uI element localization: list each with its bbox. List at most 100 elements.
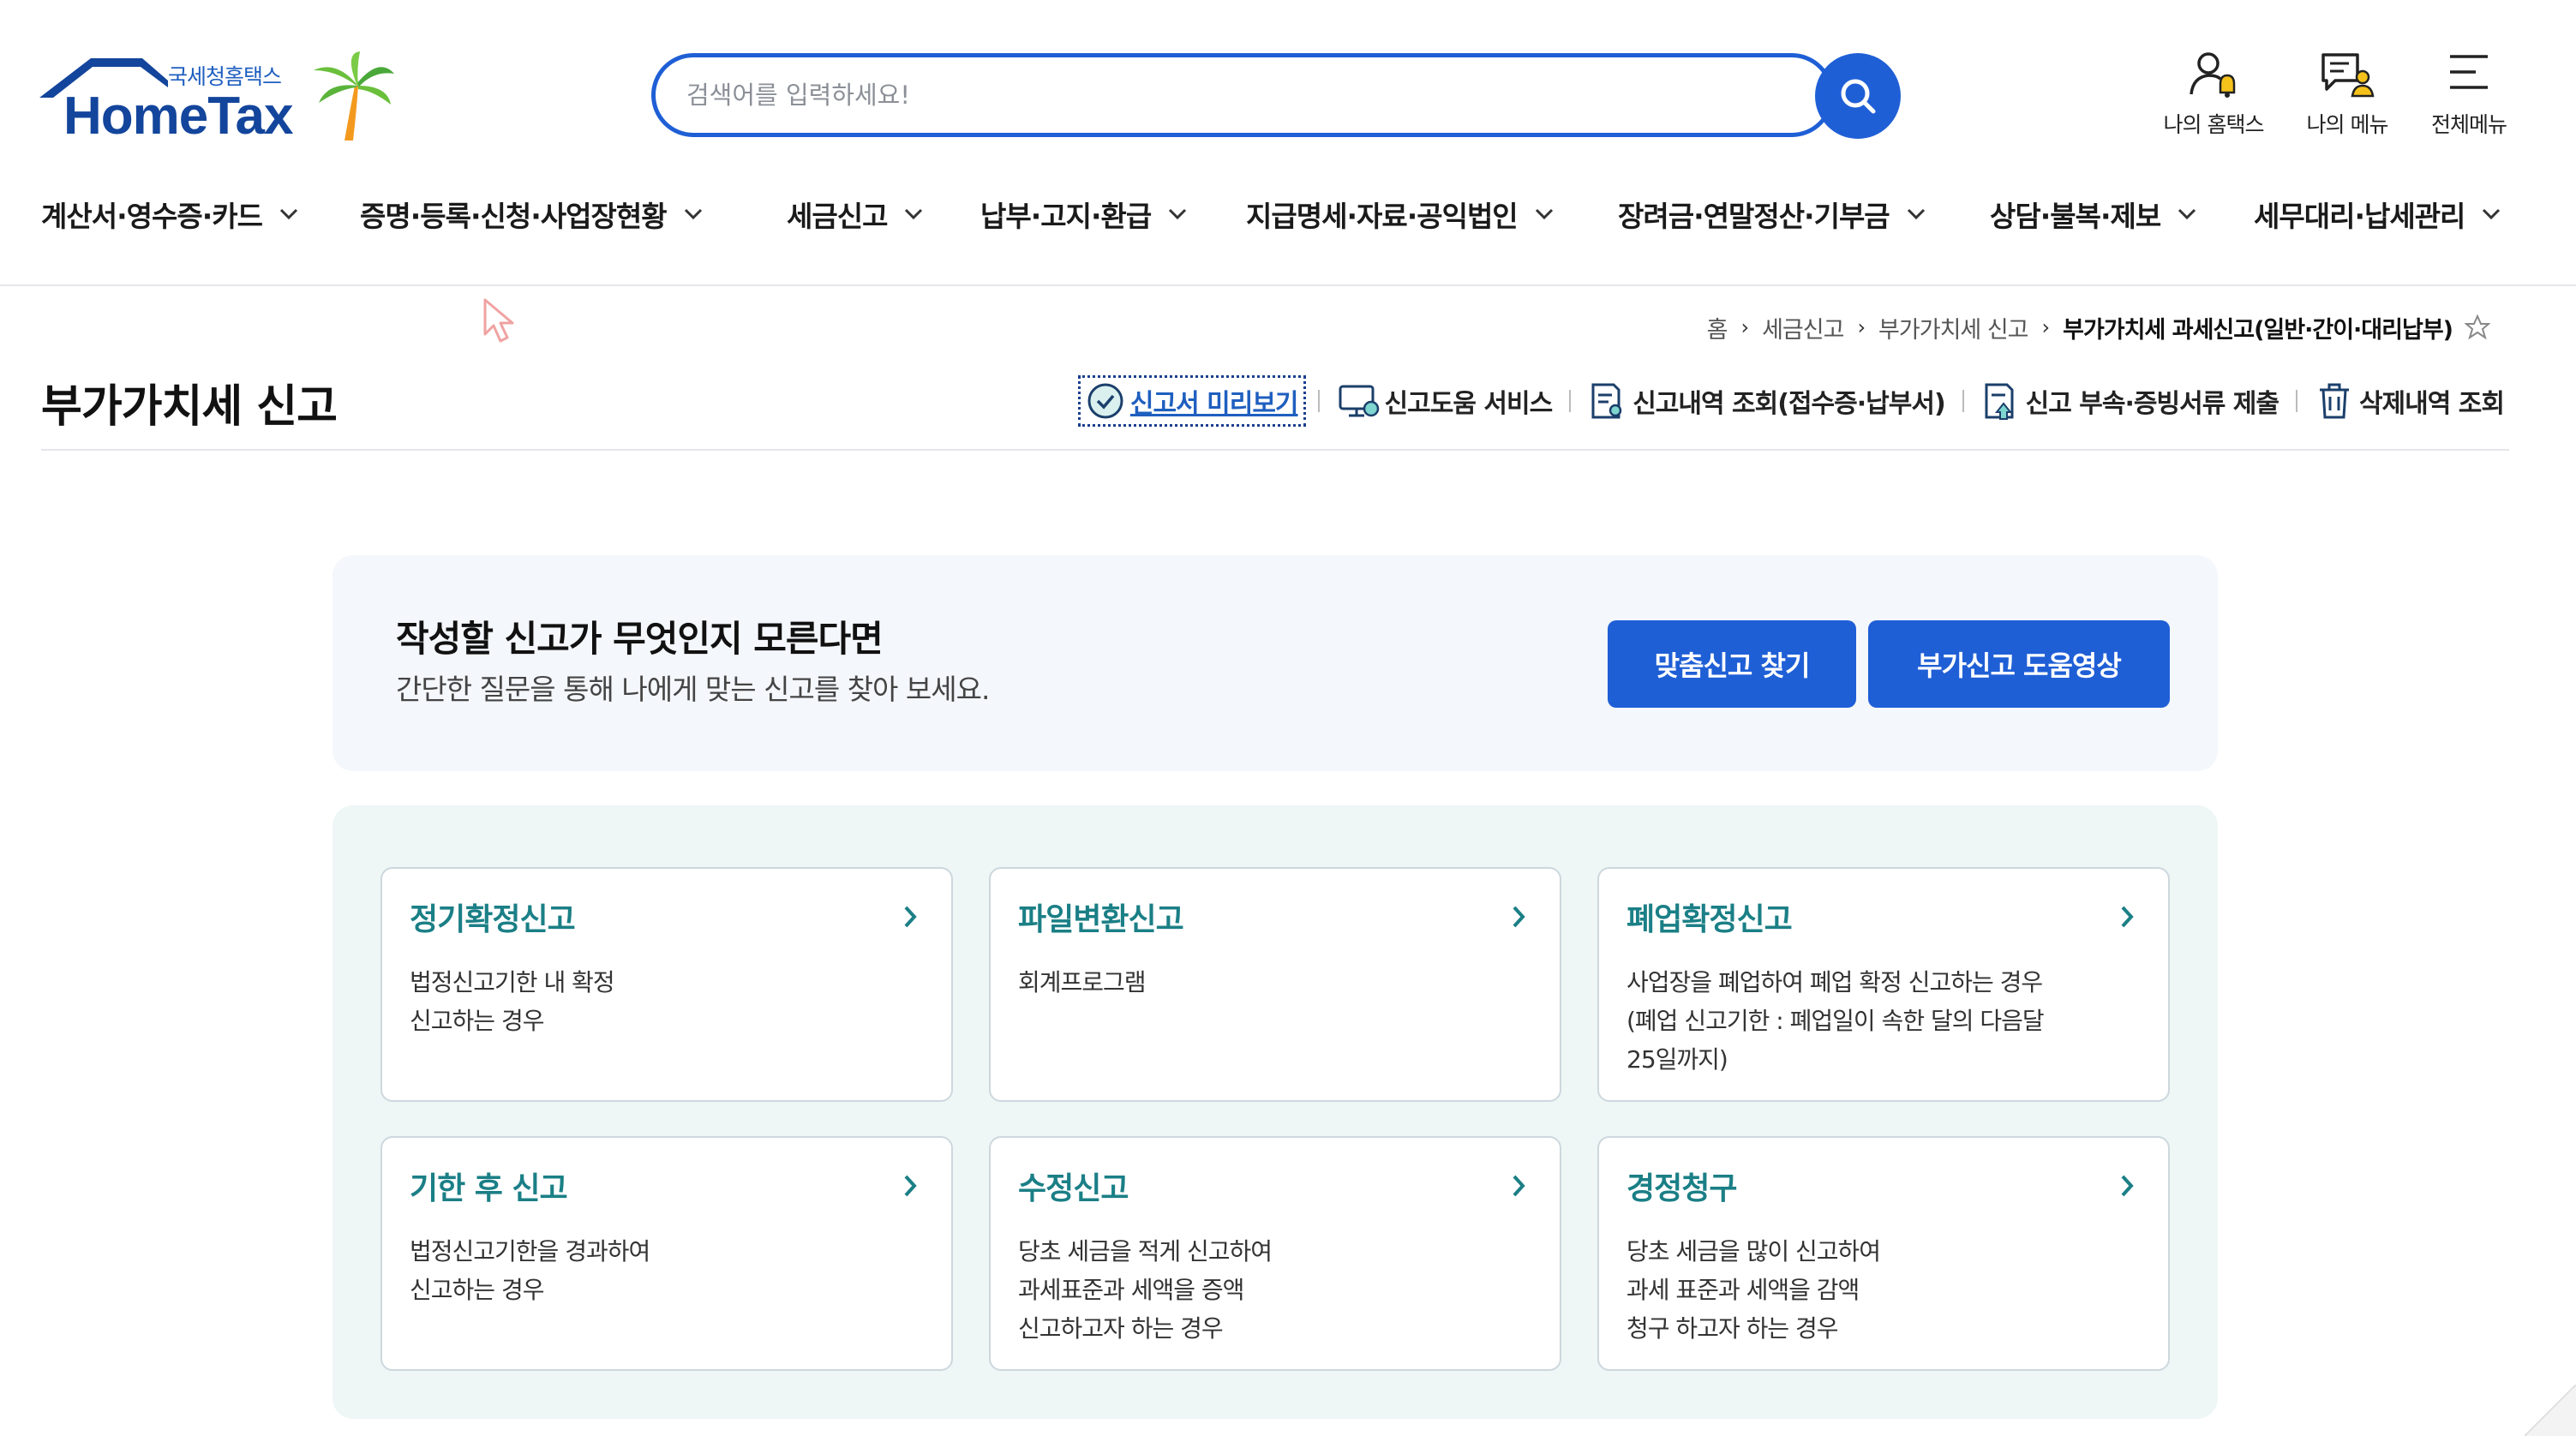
trash-icon <box>2319 383 2349 419</box>
search-icon <box>1841 79 1876 114</box>
chevron-down-icon <box>905 208 923 220</box>
check-circle-icon <box>1087 383 1123 419</box>
nav-item-label: 증명·등록·신청·사업장현황 <box>360 200 668 233</box>
chevron-down-icon <box>1907 208 1925 220</box>
breadcrumb-vat-filing[interactable]: 부가가치세 신고 <box>1878 311 2028 344</box>
breadcrumb-home[interactable]: 홈 <box>1707 311 1728 344</box>
submit-documents-link[interactable]: 신고 부속·증빙서류 제출 <box>1976 381 2284 421</box>
nav-item-label: 계산서·영수증·카드 <box>41 200 263 233</box>
card-correction-claim[interactable]: 경정청구 당초 세금을 많이 신고하여 과세 표준과 세액을 감액 청구 하고자… <box>1597 1136 2170 1371</box>
chevron-right-icon <box>1513 906 1525 928</box>
search-input[interactable] <box>686 75 1680 116</box>
chevron-down-icon <box>2483 208 2501 220</box>
nav-item-label: 세금신고 <box>787 200 888 233</box>
chat-user-icon <box>2321 53 2375 98</box>
card-amended-filing[interactable]: 수정신고 당초 세금을 적게 신고하여 과세표준과 세액을 증액 신고하고자 하… <box>989 1136 1561 1371</box>
breadcrumb-tax-filing[interactable]: 세금신고 <box>1762 311 1844 344</box>
card-title: 경정청구 <box>1626 1171 1737 1206</box>
filing-type-cards: 정기확정신고 법정신고기한 내 확정 신고하는 경우 파일변환신고 회계프로그램… <box>332 805 2218 1419</box>
card-text: 과세표준과 세액을 증액 <box>1018 1276 1244 1304</box>
card-text: 회계프로그램 <box>1018 968 1147 996</box>
filing-help-link[interactable]: 신고도움 서비스 <box>1332 381 1558 421</box>
logo-wordmark: HomeTax <box>63 87 293 146</box>
nav-item-payment[interactable]: 납부·고지·환급 <box>980 190 1187 238</box>
find-custom-filing-button[interactable]: 맞춤신고 찾기 <box>1608 620 1856 708</box>
chevron-right-icon: › <box>1740 315 1749 339</box>
nav-item-statements[interactable]: 지급명세·자료·공익법인 <box>1246 190 1554 238</box>
card-title: 폐업확정신고 <box>1626 902 1793 937</box>
chevron-right-icon <box>904 1175 917 1197</box>
chevron-right-icon: › <box>2041 315 2051 339</box>
hamburger-menu-icon <box>2450 55 2488 89</box>
nav-item-label: 세무대리·납세관리 <box>2254 200 2465 233</box>
card-text: 당초 세금을 많이 신고하여 <box>1626 1237 1881 1265</box>
quick-link-label: 신고서 미리보기 <box>1129 389 1299 419</box>
chevron-down-icon <box>2178 208 2196 220</box>
quick-links: 신고서 미리보기 신고도움 서비스 신고내역 조회(접수증·납부서) 신고 부속… <box>1077 375 2509 427</box>
search-box <box>651 53 1834 137</box>
nav-item-tax-agent[interactable]: 세무대리·납세관리 <box>2254 190 2501 238</box>
card-closure-filing[interactable]: 폐업확정신고 사업장을 폐업하여 폐업 확정 신고하는 경우 (폐업 신고기한 … <box>1597 867 2170 1102</box>
deleted-history-link[interactable]: 삭제내역 조회 <box>2309 381 2509 421</box>
chevron-down-icon <box>279 208 298 220</box>
card-text: 청구 하고자 하는 경우 <box>1626 1314 1839 1343</box>
card-text: 신고하고자 하는 경우 <box>1018 1314 1224 1343</box>
breadcrumb: 홈 › 세금신고 › 부가가치세 신고 › 부가가치세 과세신고(일반·간이·대… <box>1707 308 2490 346</box>
monitor-help-icon <box>1339 385 1379 417</box>
breadcrumb-current: 부가가치세 과세신고(일반·간이·대리납부) <box>2063 316 2453 344</box>
nav-item-incentive[interactable]: 장려금·연말정산·기부금 <box>1618 190 1926 238</box>
main-navigation: 계산서·영수증·카드 증명·등록·신청·사업장현황 세금신고 납부·고지·환급 … <box>0 190 2576 242</box>
card-text: 25일까지) <box>1626 1045 1728 1074</box>
page-corner-decoration <box>2525 1385 2576 1436</box>
card-text: (폐업 신고기한 : 폐업일이 속한 달의 다음달 <box>1626 1007 2045 1035</box>
all-menu-button[interactable]: 전체메뉴 <box>2405 50 2533 144</box>
chevron-right-icon <box>2121 1175 2134 1197</box>
nav-item-label: 지급명세·자료·공익법인 <box>1246 200 1519 233</box>
card-title: 파일변환신고 <box>1018 902 1184 937</box>
nav-item-invoice[interactable]: 계산서·영수증·카드 <box>41 190 298 238</box>
card-text: 신고하는 경우 <box>410 1007 544 1035</box>
my-hometax-button[interactable]: 나의 홈택스 <box>2149 50 2278 144</box>
nav-item-label: 상담·불복·제보 <box>1990 200 2161 233</box>
vat-help-video-button[interactable]: 부가신고 도움영상 <box>1868 620 2170 708</box>
card-late-filing[interactable]: 기한 후 신고 법정신고기한을 경과하여 신고하는 경우 <box>380 1136 953 1371</box>
quick-link-label: 신고내역 조회(접수증·납부서) <box>1632 389 1945 419</box>
nav-item-label: 납부·고지·환급 <box>980 200 1152 233</box>
chevron-right-icon <box>904 906 917 928</box>
util-label: 나의 메뉴 <box>2306 112 2389 137</box>
util-label: 전체메뉴 <box>2430 112 2507 137</box>
nav-item-label: 장려금·연말정산·기부금 <box>1618 200 1890 233</box>
divider <box>1317 390 1320 412</box>
divider <box>41 449 2509 451</box>
chevron-down-icon <box>1169 208 1187 220</box>
card-text: 신고하는 경우 <box>410 1276 544 1304</box>
chevron-down-icon <box>1535 208 1553 220</box>
nav-item-consultation[interactable]: 상담·불복·제보 <box>1990 190 2196 238</box>
banner-description: 간단한 질문을 통해 나에게 맞는 신고를 찾아 보세요. <box>396 673 990 706</box>
quick-link-label: 신고 부속·증빙서류 제출 <box>2025 389 2279 419</box>
nav-item-certificate[interactable]: 증명·등록·신청·사업장현황 <box>360 190 703 238</box>
card-text: 법정신고기한 내 확정 <box>410 968 615 996</box>
card-file-conversion[interactable]: 파일변환신고 회계프로그램 <box>989 867 1561 1102</box>
preview-return-link[interactable]: 신고서 미리보기 <box>1077 375 1306 427</box>
document-upload-icon <box>1985 383 2014 420</box>
divider <box>2295 390 2297 412</box>
util-label: 나의 홈택스 <box>2163 112 2265 137</box>
custom-filing-banner: 작성할 신고가 무엇인지 모른다면 간단한 질문을 통해 나에게 맞는 신고를 … <box>332 555 2218 771</box>
quick-link-label: 삭제내역 조회 <box>2358 389 2505 419</box>
divider <box>1962 390 1964 412</box>
filing-history-link[interactable]: 신고내역 조회(접수증·납부서) <box>1583 381 1950 421</box>
star-icon[interactable] <box>2465 314 2490 340</box>
card-title: 정기확정신고 <box>410 902 576 937</box>
hometax-logo[interactable]: 국세청홈택스 HomeTax <box>39 51 399 146</box>
page-title: 부가가치세 신고 <box>41 381 338 433</box>
quick-link-label: 신고도움 서비스 <box>1384 389 1554 419</box>
my-menu-button[interactable]: 나의 메뉴 <box>2283 50 2411 144</box>
card-regular-filing[interactable]: 정기확정신고 법정신고기한 내 확정 신고하는 경우 <box>380 867 953 1102</box>
chevron-down-icon <box>684 208 702 220</box>
search-button[interactable] <box>1815 53 1901 139</box>
nav-item-tax-filing[interactable]: 세금신고 <box>787 190 923 238</box>
chevron-right-icon <box>2121 906 2134 928</box>
card-title: 수정신고 <box>1018 1171 1129 1206</box>
card-text: 당초 세금을 적게 신고하여 <box>1018 1237 1273 1265</box>
